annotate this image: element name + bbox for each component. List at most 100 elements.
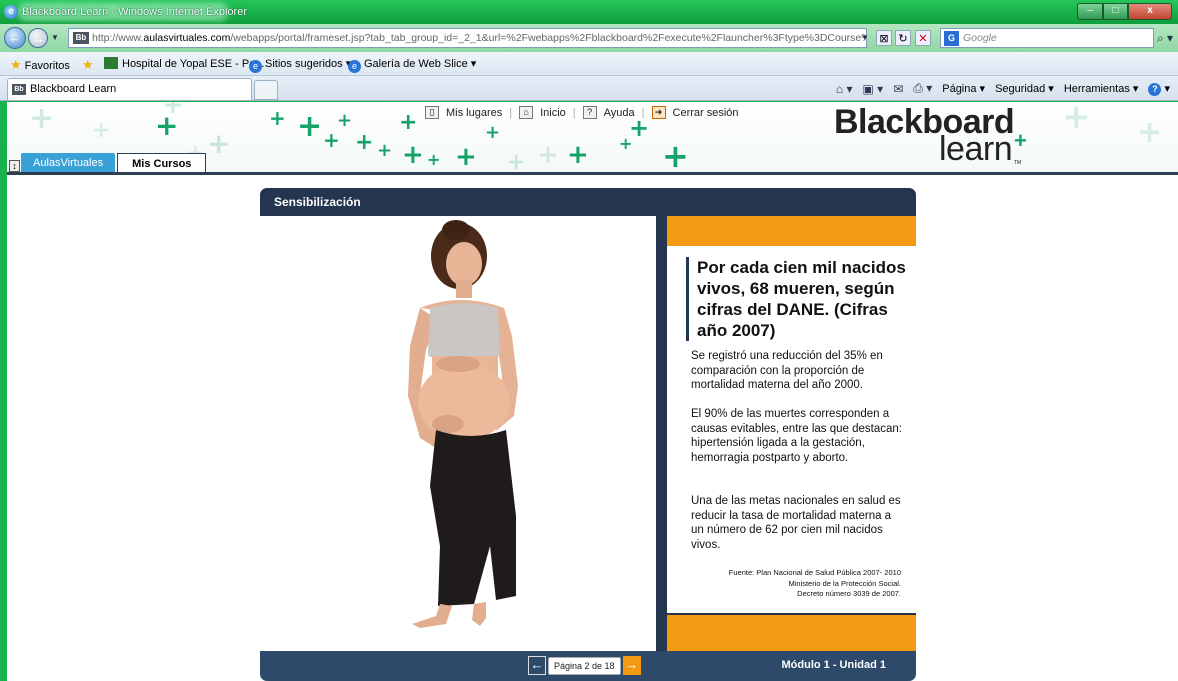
feeds-icon[interactable]: ▣ ▾ [863, 82, 884, 96]
top-garment-shape [428, 303, 500, 362]
link-separator: | [641, 106, 645, 119]
decor-plus-icon: + [92, 118, 111, 143]
tools-menu[interactable]: Herramientas ▾ [1064, 82, 1139, 95]
add-favorite-icon[interactable]: ★ [82, 57, 97, 73]
tab-mis-cursos[interactable]: Mis Cursos [117, 153, 207, 172]
decor-plus-icon: + [455, 142, 477, 172]
decor-plus-icon: + [427, 150, 441, 169]
logo-plus-icon: + [1014, 128, 1027, 153]
my-places-icon: ▯ [425, 106, 439, 119]
security-menu[interactable]: Seguridad ▾ [995, 82, 1054, 95]
decor-plus-icon: + [402, 140, 424, 170]
tab-favicon-icon: Bb [12, 84, 26, 95]
mail-icon[interactable]: ✉ [893, 82, 903, 96]
source-note: Fuente: Plan Nacional de Salud Pública 2… [691, 568, 901, 600]
link-my-places[interactable]: Mis lugares [446, 107, 502, 119]
module-headline: Por cada cien mil nacidos vivos, 68 muer… [686, 257, 908, 341]
home-icon[interactable]: ⌂ ▾ [836, 82, 853, 96]
module-divider [656, 216, 667, 651]
site-favicon-icon: Bb [73, 32, 89, 44]
decor-plus-icon: + [485, 122, 501, 143]
pregnant-woman-photo [260, 216, 656, 651]
fav-link-suggested[interactable]: e Sitios sugeridos ▾ [249, 57, 351, 73]
decor-plus-icon: + [377, 140, 393, 161]
expand-menu-icon[interactable]: ↕ [9, 160, 20, 172]
previous-page-button[interactable]: ← [528, 656, 546, 675]
decor-plus-icon: + [29, 102, 55, 136]
refresh-icon[interactable]: ↻ [895, 30, 911, 46]
belly-shape [418, 364, 510, 440]
link-help[interactable]: Ayuda [604, 107, 635, 119]
tab-aulas-virtuales[interactable]: AulasVirtuales [21, 153, 116, 172]
link-home[interactable]: Inicio [540, 107, 566, 119]
close-window-button[interactable]: x [1128, 3, 1172, 20]
right-foot-shape [472, 602, 486, 626]
print-icon[interactable]: ⎙ ▾ [913, 81, 932, 96]
decor-plus-icon: + [537, 140, 559, 170]
decor-plus-icon: + [507, 150, 526, 175]
next-page-button[interactable]: → [622, 656, 641, 675]
pager: ← Página 2 de 18 → [528, 656, 641, 675]
window-titlebar: e Blackboard Learn - Windows Internet Ex… [0, 0, 1178, 24]
paragraph-causes: El 90% de las muertes corresponden a cau… [691, 408, 902, 464]
url-prefix: http://www. [92, 32, 144, 44]
hospital-favicon-icon [104, 57, 118, 69]
search-magnifier-icon[interactable]: ⌕ ▾ [1157, 31, 1173, 46]
ie-sites-icon: e [249, 60, 262, 73]
fav-link-hospital[interactable]: Hospital de Yopal ESE - Pe... [104, 57, 264, 70]
source-line: Fuente: Plan Nacional de Salud Pública 2… [728, 568, 901, 577]
paragraph-goal: Una de las metas nacionales en salud es … [691, 495, 901, 551]
module-text-panel: Por cada cien mil nacidos vivos, 68 muer… [667, 216, 916, 651]
minimize-button[interactable]: – [1077, 3, 1103, 20]
star-icon: ★ [10, 57, 22, 72]
left-foot-shape [412, 604, 452, 628]
maximize-button[interactable]: □ [1103, 3, 1128, 20]
search-placeholder: Google [963, 32, 997, 44]
url-path: /webapps/portal/frameset.jsp?tab_tab_gro… [230, 32, 867, 44]
module-title: Sensibilización [260, 188, 916, 216]
address-input[interactable]: Bb http://www.aulasvirtuales.com/webapps/… [68, 28, 867, 48]
forward-button[interactable]: → [28, 28, 48, 48]
hair-bun-shape [442, 220, 470, 240]
tab-blackboard-learn[interactable]: Bb Blackboard Learn [7, 78, 252, 100]
favorites-bar: ★ Favoritos ★ Hospital de Yopal ESE - Pe.… [0, 52, 1178, 76]
link-logout[interactable]: Cerrar sesión [673, 107, 739, 119]
blackboard-logo: Blackboard learn + TM [834, 104, 1027, 166]
new-tab-button[interactable] [254, 80, 278, 100]
google-logo-icon: G [944, 31, 959, 46]
history-dropdown-icon[interactable]: ▼ [51, 33, 59, 42]
decor-plus-icon: + [662, 137, 689, 175]
tab-bar: Bb Blackboard Learn ⌂ ▾ ▣ ▾ ✉ ⎙ ▾ Página … [0, 76, 1178, 101]
favorites-button[interactable]: ★ Favoritos [10, 57, 70, 73]
address-dropdown-icon[interactable]: ▼ [858, 28, 872, 48]
blackboard-header: + + + + + + + + + + + + + + + + + + + + … [7, 102, 1178, 175]
window-title: Blackboard Learn - Windows Internet Expl… [22, 6, 247, 18]
back-button[interactable]: ← [4, 27, 26, 49]
decor-plus-icon: + [162, 102, 184, 120]
help-page-icon: ? [582, 106, 597, 119]
search-input[interactable]: G Google [940, 28, 1154, 48]
module-footer: ← Página 2 de 18 → Módulo 1 - Unidad 1 [260, 651, 916, 681]
orange-bottom-band [667, 613, 916, 651]
decor-plus-icon: + [567, 140, 589, 170]
module-name: Módulo 1 - Unidad 1 [781, 659, 887, 671]
page-viewport: + + + + + + + + + + + + + + + + + + + + … [7, 102, 1178, 681]
decor-plus-icon: + [207, 127, 231, 160]
stop-icon[interactable]: ✕ [915, 30, 931, 46]
favorites-label: Favoritos [24, 60, 70, 72]
help-menu[interactable]: ? ▾ [1148, 82, 1170, 96]
tab-label: Blackboard Learn [30, 83, 117, 95]
url-host: aulasvirtuales.com [143, 32, 231, 44]
source-line: Decreto número 3039 de 2007. [797, 589, 901, 598]
fav-link-suggested-label: Sitios sugeridos ▾ [265, 58, 352, 70]
fav-link-webslice[interactable]: e Galería de Web Slice ▾ [348, 57, 476, 73]
paragraph-reduction: Se registró una reducción del 35% en com… [691, 350, 883, 391]
decor-plus-icon: + [1062, 102, 1091, 137]
home-page-icon: ⌂ [519, 106, 534, 119]
compatibility-view-icon[interactable]: ⊠ [876, 30, 892, 46]
logo-learn-text: learn [939, 130, 1013, 168]
page-menu[interactable]: Página ▾ [942, 82, 985, 95]
logo-tm-text: TM [1014, 160, 1022, 166]
pregnant-woman-illustration [408, 220, 518, 628]
source-line: Ministerio de la Protección Social. [788, 578, 901, 588]
